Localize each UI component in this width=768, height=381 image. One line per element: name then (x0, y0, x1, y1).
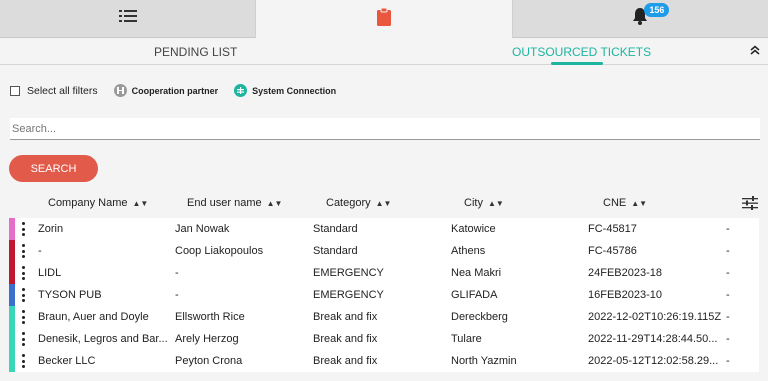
cell-extra: - (726, 289, 730, 301)
cell-cne: 24FEB2023-18 (588, 267, 662, 279)
tab-outsourced-tickets[interactable]: OUTSOURCED TICKETS (512, 45, 651, 59)
sort-icon[interactable]: ▲▼ (488, 199, 504, 208)
row-color-indicator (9, 240, 15, 262)
row-menu-icon[interactable] (22, 222, 26, 236)
tab-list[interactable] (0, 0, 256, 38)
top-tab-bar: 156 (0, 0, 768, 38)
cell-city: Tulare (451, 333, 482, 345)
cell-extra: - (726, 267, 730, 279)
cell-company: Zorin (38, 223, 64, 235)
cell-cne: FC-45817 (588, 223, 637, 235)
cell-end-user: Coop Liakopoulos (175, 245, 264, 257)
filter-bar: Select all filters Cooperation partner S… (10, 84, 352, 97)
cell-city: GLIFADA (451, 289, 498, 301)
cell-extra: - (726, 311, 730, 323)
row-menu-icon[interactable] (22, 332, 26, 346)
cell-end-user: Arely Herzog (175, 333, 239, 345)
collapse-icon[interactable] (750, 44, 760, 58)
search-input[interactable] (10, 118, 760, 140)
cell-category: Break and fix (313, 333, 378, 345)
tab-notifications[interactable]: 156 (512, 0, 768, 38)
table-row[interactable]: - Coop Liakopoulos Standard Athens FC-45786 - (9, 240, 759, 262)
row-menu-icon[interactable] (22, 310, 26, 324)
row-menu-icon[interactable] (22, 354, 26, 368)
column-settings-icon[interactable] (742, 196, 758, 215)
row-color-indicator (9, 218, 15, 240)
row-color-indicator (9, 306, 15, 328)
column-header-cne[interactable]: CNE ▲▼ (603, 197, 647, 209)
cell-cne: 16FEB2023-10 (588, 289, 662, 301)
cell-category: EMERGENCY (313, 289, 384, 301)
cell-cne: 2022-11-29T14:28:44.50... (588, 333, 718, 345)
select-all-checkbox[interactable] (10, 85, 20, 96)
row-menu-icon[interactable] (22, 244, 26, 258)
cooperation-partner-icon[interactable] (113, 84, 127, 97)
cell-cne: FC-45786 (588, 245, 637, 257)
table-row[interactable]: Becker LLC Peyton Crona Break and fix North… (9, 350, 759, 372)
row-menu-icon[interactable] (22, 266, 26, 280)
cell-city: Athens (451, 245, 486, 257)
tab-pending-list[interactable]: PENDING LIST (154, 45, 237, 59)
cell-extra: - (726, 223, 730, 235)
table-row[interactable]: Denesik, Legros and Bar... Arely Herzog Br… (9, 328, 759, 350)
select-all-label: Select all filters (27, 84, 98, 97)
cell-company: LIDL (38, 267, 62, 279)
sort-icon[interactable]: ▲▼ (132, 199, 148, 208)
cell-end-user: - (175, 289, 179, 301)
cell-category: Break and fix (313, 311, 378, 323)
table-row[interactable]: Braun, Auer and Doyle Ellsworth Rice Break… (9, 306, 759, 328)
cell-category: EMERGENCY (313, 267, 384, 279)
cell-category: Standard (313, 223, 358, 235)
row-menu-icon[interactable] (22, 288, 26, 302)
notification-count-badge: 156 (644, 3, 670, 17)
cell-company: TYSON PUB (38, 289, 102, 301)
column-header-end-user[interactable]: End user name ▲▼ (187, 197, 282, 209)
cell-extra: - (726, 355, 730, 367)
table-row[interactable]: TYSON PUB - EMERGENCY GLIFADA 16FEB2023-10 - (9, 284, 759, 306)
column-header-city[interactable]: City ▲▼ (464, 197, 504, 209)
cell-extra: - (726, 333, 730, 345)
active-tab-indicator (551, 62, 603, 65)
cell-company: - (38, 245, 42, 257)
cooperation-partner-filter[interactable]: Cooperation partner (132, 86, 219, 96)
cell-city: Dereckberg (451, 311, 508, 323)
cell-company: Denesik, Legros and Bar... (38, 333, 168, 345)
sub-tab-bar: PENDING LIST OUTSOURCED TICKETS (0, 38, 768, 65)
cell-city: North Yazmin (451, 355, 517, 367)
cell-company: Braun, Auer and Doyle (38, 311, 149, 323)
cell-end-user: Jan Nowak (175, 223, 230, 235)
cell-cne: 2022-05-12T12:02:58.29... (588, 355, 719, 367)
cell-end-user: - (175, 267, 179, 279)
sort-icon[interactable]: ▲▼ (376, 199, 392, 208)
search-button[interactable]: SEARCH (9, 155, 98, 182)
cell-cne: 2022-12-02T10:26:19.115Z (588, 311, 722, 323)
system-connection-icon[interactable] (234, 84, 248, 97)
sort-icon[interactable]: ▲▼ (631, 199, 647, 208)
column-header-company[interactable]: Company Name ▲▼ (48, 197, 148, 209)
cell-end-user: Peyton Crona (175, 355, 243, 367)
clipboard-icon (376, 7, 391, 31)
table-row[interactable]: LIDL - EMERGENCY Nea Makri 24FEB2023-18 - (9, 262, 759, 284)
table-header: Company Name ▲▼ End user name ▲▼ Category ▲… (0, 192, 768, 216)
list-icon (118, 9, 137, 28)
row-color-indicator (9, 284, 15, 306)
cell-company: Becker LLC (38, 355, 96, 367)
sort-icon[interactable]: ▲▼ (267, 199, 283, 208)
row-color-indicator (9, 262, 15, 284)
cell-end-user: Ellsworth Rice (175, 311, 245, 323)
system-connection-filter[interactable]: System Connection (252, 86, 336, 96)
ticket-table-body: Zorin Jan Nowak Standard Katowice FC-45817- -… (9, 218, 759, 372)
table-row[interactable]: Zorin Jan Nowak Standard Katowice FC-45817 - (9, 218, 759, 240)
cell-category: Standard (313, 245, 358, 257)
row-color-indicator (9, 350, 15, 372)
cell-city: Katowice (451, 223, 496, 235)
row-color-indicator (9, 328, 15, 350)
tab-tickets[interactable] (255, 0, 513, 38)
cell-category: Break and fix (313, 355, 378, 367)
column-header-category[interactable]: Category ▲▼ (326, 197, 391, 209)
cell-city: Nea Makri (451, 267, 502, 279)
cell-extra: - (726, 245, 730, 257)
